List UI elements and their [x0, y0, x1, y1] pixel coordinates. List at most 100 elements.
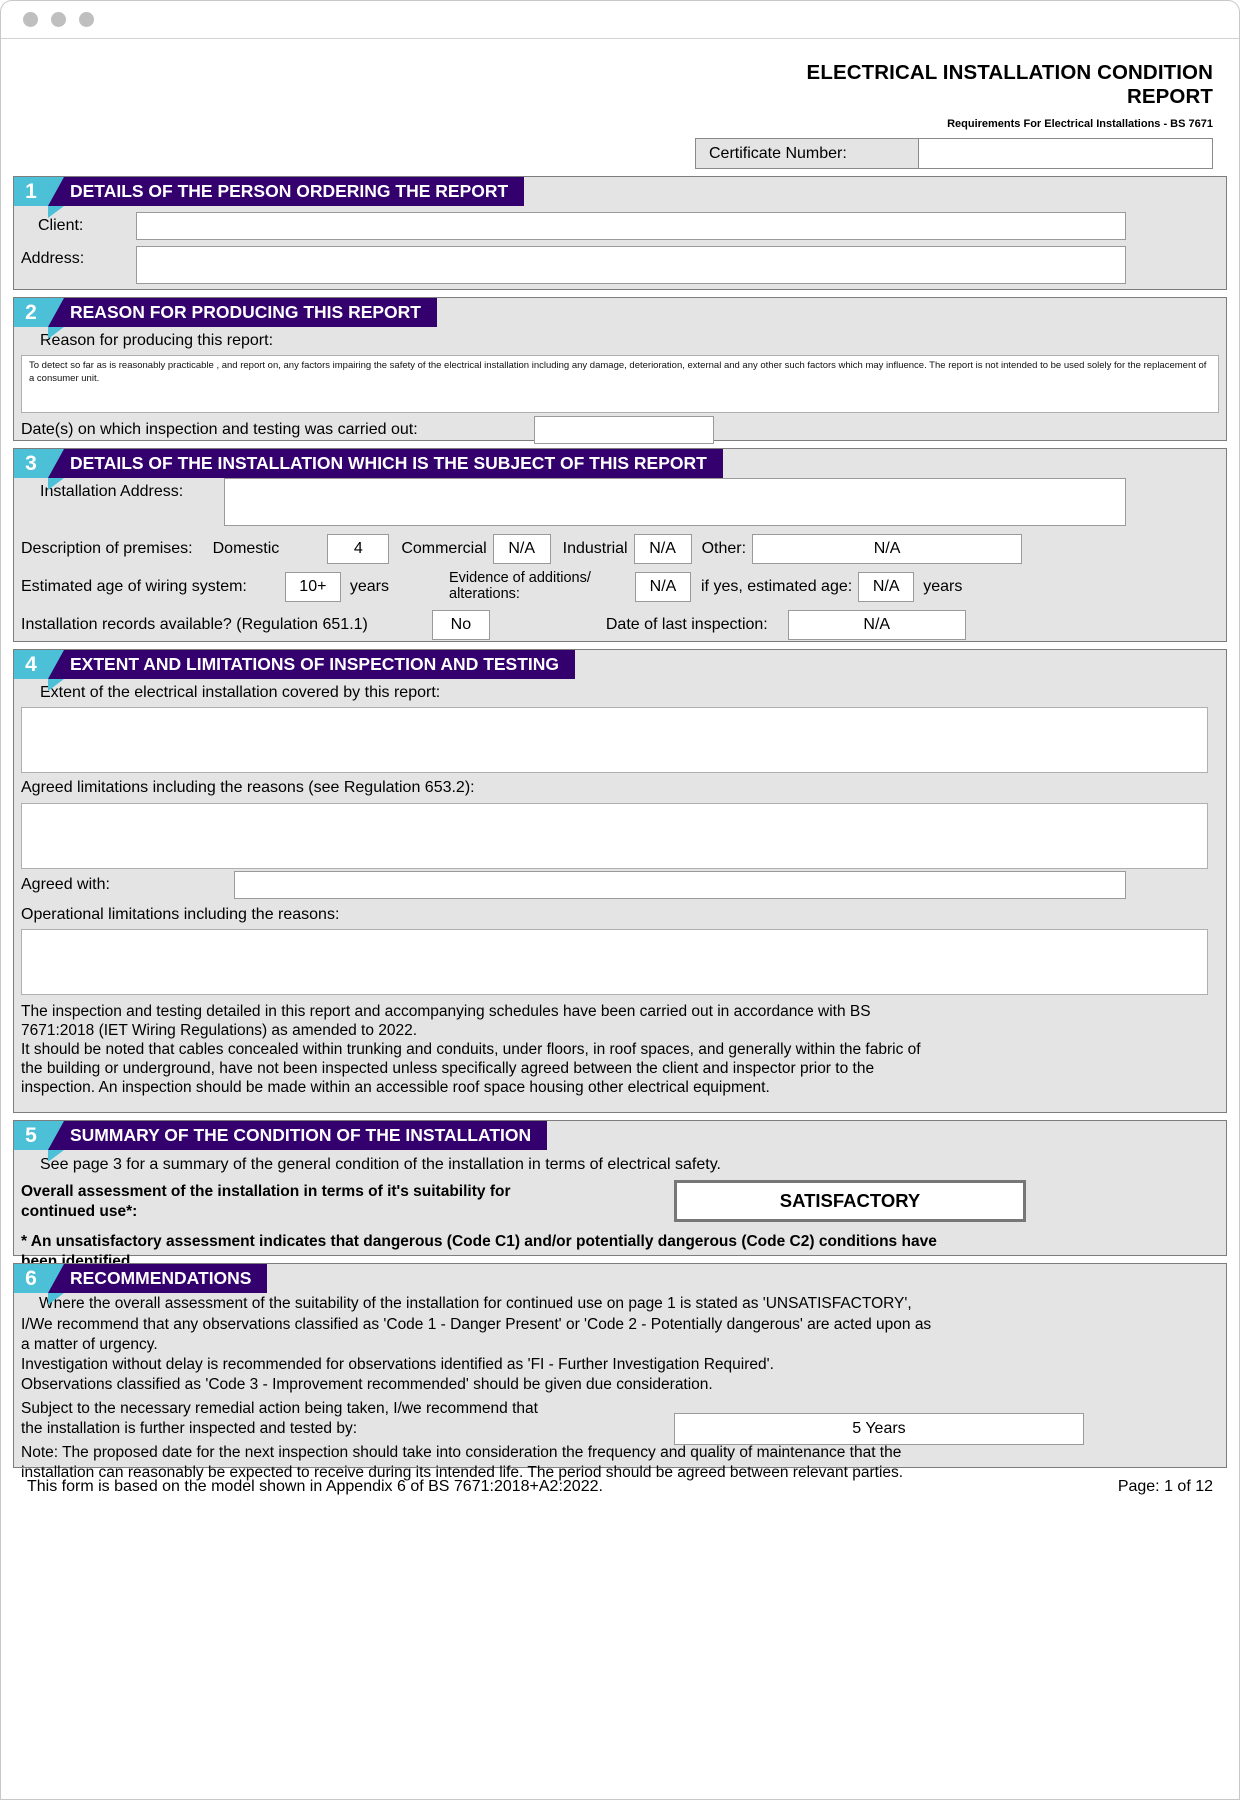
- next-inspection-label-line-1: Subject to the necessary remedial action…: [21, 1400, 538, 1418]
- extent-textarea[interactable]: [21, 707, 1208, 774]
- section-3-title: DETAILS OF THE INSTALLATION WHICH IS THE…: [48, 449, 723, 479]
- installation-records-input[interactable]: No: [431, 610, 490, 641]
- certificate-number-row: Certificate Number:: [695, 138, 1213, 170]
- if-yes-estimated-age-input[interactable]: N/A: [858, 572, 915, 603]
- document-subtitle: Requirements For Electrical Installation…: [947, 118, 1213, 131]
- document-header: ELECTRICAL INSTALLATION CONDITION REPORT…: [13, 39, 1227, 170]
- description-of-premises-row: Description of premises: Domestic 4 Comm…: [14, 530, 1226, 568]
- window-dot-maximize[interactable]: [79, 12, 94, 27]
- installation-address-label: Installation Address:: [40, 483, 184, 501]
- window-dot-minimize[interactable]: [51, 12, 66, 27]
- agreed-with-label: Agreed with:: [21, 876, 110, 894]
- other-input[interactable]: N/A: [752, 534, 1023, 565]
- overall-assessment-label-line-2: continued use*:: [21, 1203, 138, 1221]
- recommendations-line-4: Investigation without delay is recommend…: [21, 1355, 774, 1373]
- next-inspection-label-line-2: the installation is further inspected an…: [21, 1420, 358, 1438]
- reason-text: To detect so far as is reasonably practi…: [29, 360, 1207, 384]
- agreed-with-input[interactable]: [234, 871, 1126, 900]
- section-4-header: 4 EXTENT AND LIMITATIONS OF INSPECTION A…: [14, 650, 1226, 680]
- section-5-corner-accent: [48, 1150, 64, 1163]
- dates-input[interactable]: [534, 416, 714, 445]
- agreed-limitations-label: Agreed limitations including the reasons…: [21, 779, 475, 797]
- domestic-input[interactable]: 4: [327, 534, 390, 565]
- extent-label: Extent of the electrical installation co…: [40, 684, 441, 702]
- section-1-number: 1: [14, 177, 64, 207]
- evidence-input[interactable]: N/A: [635, 572, 691, 603]
- last-inspection-input[interactable]: N/A: [787, 610, 966, 641]
- certificate-number-input[interactable]: [919, 139, 1212, 169]
- recommendations-paragraph: Where the overall assessment of the suit…: [14, 1293, 1226, 1395]
- next-inspection-note-line-2: installation can reasonably be expected …: [21, 1464, 904, 1482]
- section-6-corner-accent: [48, 1293, 64, 1306]
- installation-address-input[interactable]: [224, 478, 1126, 527]
- description-label: Description of premises:: [21, 540, 193, 558]
- section-2-title: REASON FOR PRODUCING THIS REPORT: [48, 298, 437, 328]
- overall-assessment-row: Overall assessment of the installation i…: [14, 1180, 1226, 1230]
- inspection-paragraph-line-4: the building or underground, have not be…: [21, 1060, 875, 1078]
- next-inspection-label: Subject to the necessary remedial action…: [14, 1399, 674, 1439]
- reason-textarea[interactable]: To detect so far as is reasonably practi…: [21, 355, 1219, 414]
- wiring-age-years-label: years: [349, 578, 389, 596]
- recommendations-line-5: Observations classified as 'Code 3 - Imp…: [21, 1375, 713, 1393]
- see-page-3-text: See page 3 for a summary of the general …: [40, 1156, 721, 1174]
- next-inspection-interval-input[interactable]: 5 Years: [674, 1413, 1084, 1446]
- section-3-number: 3: [14, 449, 64, 479]
- section-5-title: SUMMARY OF THE CONDITION OF THE INSTALLA…: [48, 1121, 548, 1151]
- agreed-with-row: Agreed with:: [14, 869, 1226, 901]
- agreed-limitations-textarea[interactable]: [21, 803, 1208, 870]
- wiring-age-input[interactable]: 10+: [284, 572, 341, 603]
- section-1: 1 DETAILS OF THE PERSON ORDERING THE REP…: [13, 176, 1227, 291]
- recommendations-line-1: Where the overall assessment of the suit…: [39, 1295, 912, 1313]
- assessment-result-box[interactable]: SATISFACTORY: [674, 1180, 1026, 1223]
- client-label: Client:: [38, 217, 84, 235]
- client-row: Client:: [14, 206, 1226, 246]
- section-2-corner-accent: [48, 327, 64, 340]
- section-1-title: DETAILS OF THE PERSON ORDERING THE REPOR…: [48, 177, 525, 207]
- section-1-corner-accent: [48, 206, 64, 219]
- industrial-label: Industrial: [562, 540, 628, 558]
- section-6-number: 6: [14, 1264, 64, 1294]
- section-6-header: 6 RECOMMENDATIONS: [14, 1264, 1226, 1294]
- window-dot-close[interactable]: [23, 12, 38, 27]
- dates-row: Date(s) on which inspection and testing …: [14, 413, 1226, 447]
- section-3-corner-accent: [48, 478, 64, 491]
- industrial-input[interactable]: N/A: [633, 534, 692, 565]
- inspection-paragraph: The inspection and testing detailed in t…: [14, 995, 1226, 1098]
- assessment-result-value: SATISFACTORY: [779, 1190, 921, 1212]
- address-label: Address:: [21, 250, 85, 268]
- browser-window: ELECTRICAL INSTALLATION CONDITION REPORT…: [0, 0, 1240, 1800]
- installation-address-row: Installation Address:: [14, 478, 1226, 530]
- section-5-header: 5 SUMMARY OF THE CONDITION OF THE INSTAL…: [14, 1121, 1226, 1151]
- recommendations-line-3: a matter of urgency.: [21, 1335, 158, 1353]
- section-2-number: 2: [14, 298, 64, 328]
- section-3: 3 DETAILS OF THE INSTALLATION WHICH IS T…: [13, 448, 1227, 644]
- if-yes-estimated-age-label: if yes, estimated age:: [701, 578, 853, 596]
- section-5-number: 5: [14, 1121, 64, 1151]
- address-input[interactable]: [136, 246, 1126, 285]
- last-inspection-label: Date of last inspection:: [605, 616, 768, 634]
- section-3-header: 3 DETAILS OF THE INSTALLATION WHICH IS T…: [14, 449, 1226, 479]
- next-inspection-row: Subject to the necessary remedial action…: [14, 1395, 1226, 1446]
- client-input[interactable]: [136, 212, 1126, 241]
- section-4-number: 4: [14, 650, 64, 680]
- domestic-label: Domestic: [212, 540, 280, 558]
- overall-assessment-label-line-1: Overall assessment of the installation i…: [21, 1183, 511, 1201]
- assessment-footnote-line-1: * An unsatisfactory assessment indicates…: [21, 1233, 937, 1251]
- section-4-title: EXTENT AND LIMITATIONS OF INSPECTION AND…: [48, 650, 576, 680]
- installation-records-row: Installation records available? (Regulat…: [14, 606, 1226, 644]
- if-yes-years-label: years: [923, 578, 963, 596]
- document-page: ELECTRICAL INSTALLATION CONDITION REPORT…: [1, 39, 1239, 1496]
- section-5: 5 SUMMARY OF THE CONDITION OF THE INSTAL…: [13, 1120, 1227, 1270]
- overall-assessment-label: Overall assessment of the installation i…: [14, 1180, 674, 1222]
- section-6-title: RECOMMENDATIONS: [48, 1264, 268, 1294]
- dates-label: Date(s) on which inspection and testing …: [21, 421, 418, 439]
- section-2-header: 2 REASON FOR PRODUCING THIS REPORT: [14, 298, 1226, 328]
- page-title: ELECTRICAL INSTALLATION CONDITION REPORT: [13, 61, 1213, 109]
- operational-limitations-textarea[interactable]: [21, 929, 1208, 996]
- commercial-input[interactable]: N/A: [492, 534, 551, 565]
- wiring-age-row: Estimated age of wiring system: 10+ year…: [14, 568, 1226, 606]
- window-titlebar: [1, 1, 1239, 39]
- evidence-label: Evidence of additions/ alterations:: [449, 570, 591, 603]
- section-1-header: 1 DETAILS OF THE PERSON ORDERING THE REP…: [14, 177, 1226, 207]
- inspection-paragraph-line-1: The inspection and testing detailed in t…: [21, 1003, 871, 1021]
